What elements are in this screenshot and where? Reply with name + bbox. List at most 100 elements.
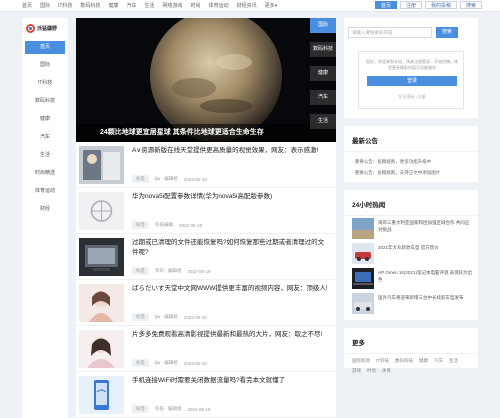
article-meta: 标签 科技编辑 2022-05-19 [132,221,202,229]
featured-banner[interactable]: 24颗比地球更宜居星球 其条件比地球更适合生命生存 国际 数码科技 健康 汽车 … [76,18,336,142]
top-nav-item[interactable]: 财经资讯 [237,2,257,9]
article-tag[interactable]: 标签 [132,313,149,321]
article-tag[interactable]: 标签 [132,267,149,275]
article-tag[interactable]: 标签 [132,221,149,229]
top-nav-item[interactable]: 时尚 [191,2,201,9]
more-link[interactable]: 游戏 [352,368,361,374]
hot-news-thumbnail[interactable] [352,243,374,264]
banner-tab[interactable]: 数码科技 [310,42,336,57]
hot-news-text[interactable]: 2021年大众新款车型 官方售价 [378,245,473,252]
article-author: 资讯 · 编辑组 [155,268,182,273]
article-item[interactable]: 华为nova5i配置参数详情(华为nova5i高配版参数) 标签 科技编辑 20… [76,188,336,234]
top-nav-item[interactable]: 生活 [145,2,155,9]
category-item-home[interactable]: 首页 [25,41,65,54]
top-nav-item[interactable]: 汽车 [127,2,137,9]
search-submit-button[interactable]: 搜索 [436,27,458,38]
article-item[interactable]: A∨资源新版在线天堂提供更高质量的视觉效果，网友：表示感激! 标签 ljw · … [76,142,336,188]
search-input[interactable]: 请输入要搜索的内容 [348,27,432,38]
article-thumbnail[interactable] [79,376,124,414]
article-thumbnail[interactable] [79,238,124,276]
top-buttons: 首页 注册 我的投稿 搜索 [374,1,482,9]
site-logo[interactable]: 泺猛疆野 [22,18,68,41]
hot-news-item[interactable]: HP Omen 16(2021)笔记本电脑评测 表现较为出色 [344,266,478,291]
main-column: 24颗比地球更宜居星球 其条件比地球更适合生命生存 国际 数码科技 健康 汽车 … [76,18,336,418]
hot-news-text[interactable]: HP Omen 16(2021)笔记本电脑评测 表现较为出色 [378,270,473,283]
category-item[interactable]: 汽车 [25,131,65,144]
more-link[interactable]: 体育 [382,368,391,374]
more-link[interactable]: 数码科技 [395,358,413,364]
article-title[interactable]: 华为nova5i配置参数详情(华为nova5i高配版参数) [132,192,328,202]
category-item[interactable]: 国际 [25,59,65,72]
article-date: 2022-05-18 [183,314,207,320]
more-links: 国际新闻 IT科技 数码科技 健康 汽车 生活 游戏 时尚 体育 [344,354,478,378]
banner-tab[interactable]: 国际 [310,18,336,33]
article-date: 2022-05-18 [187,406,211,412]
top-nav-item[interactable]: 健康 [109,2,119,9]
article-tag[interactable]: 标签 [132,359,149,367]
hot-news-text[interactable]: 海岸三重大利亚国家和团加强区域合作 共同应对挑战 [378,220,473,233]
register-button[interactable]: 注册 [399,1,422,9]
top-nav-more[interactable]: 更多▾ [265,2,278,9]
home-button[interactable]: 首页 [374,1,397,9]
login-button[interactable]: 登录 [367,76,457,86]
article-title[interactable]: 手机连接WiFi时需要关闭数据流量吗?看完本文就懂了 [132,376,328,386]
my-posts-button[interactable]: 我的投稿 [424,1,457,9]
login-links[interactable]: 忘记密码 | 注册 [359,94,465,100]
category-item[interactable]: 生活 [25,149,65,162]
top-bar: 首页 国际 IT科技 数码科技 健康 汽车 生活 网络游戏 时尚 体育运动 财经… [0,0,500,12]
article-tag[interactable]: 标签 [132,405,149,413]
category-item[interactable]: 财经 [25,203,65,216]
top-nav-item[interactable]: 网络游戏 [163,2,183,9]
hot-news-thumbnail[interactable] [352,218,374,239]
hot-news-item[interactable]: 海岸三重大利亚国家和团加强区域合作 共同应对挑战 [344,216,478,241]
category-item[interactable]: 数码科技 [25,95,65,108]
category-sidebar: 泺猛疆野 首页 国际 IT科技 数码科技 健康 汽车 生活 时尚精选 体育运动 … [22,18,68,418]
article-item[interactable]: 手机连接WiFi时需要关闭数据流量吗?看完本文就懂了 标签 科技 · 编辑组 2… [76,372,336,418]
banner-tab[interactable]: 生活 [310,114,336,129]
article-thumbnail[interactable] [79,284,124,322]
more-link[interactable]: 时尚 [367,368,376,374]
category-item[interactable]: 时尚精选 [25,167,65,180]
more-link[interactable]: 健康 [419,358,428,364]
hot-news-title: 24小时热闻 [344,190,478,216]
article-thumbnail[interactable] [79,146,124,184]
article-item[interactable]: 片多多免费观看高清影视提供最新和最热的大片，网友：取之不尽! 标签 ljw · … [76,326,336,372]
article-item[interactable]: 过期或已清理的文件还能恢复吗?如何恢复那些过期或者清理过的文件呢? 标签 资讯 … [76,234,336,280]
article-author: ljw · 编辑组 [155,314,178,319]
top-nav-item[interactable]: 首页 [22,2,32,9]
search-button[interactable]: 搜索 [459,1,482,9]
category-item[interactable]: 体育运动 [25,185,65,198]
hot-news-thumbnail[interactable] [352,268,374,289]
article-title[interactable]: ばらだいす天堂中文网WWW提供更丰富的视频内容，网友：顶级人! [132,284,328,294]
hot-news-item[interactable]: 2021年大众新款车型 官方售价 [344,241,478,266]
banner-tab[interactable]: 汽车 [310,90,336,105]
article-item[interactable]: ばらだいす天堂中文网WWW提供更丰富的视频内容，网友：顶级人! 标签 ljw ·… [76,280,336,326]
article-title[interactable]: 过期或已清理的文件还能恢复吗?如何恢复那些过期或者清理过的文件呢? [132,238,328,258]
article-meta: 标签 ljw · 编辑组 2022-05-18 [132,359,207,367]
more-link[interactable]: 国际新闻 [352,358,370,364]
more-link[interactable]: IT科技 [376,358,389,364]
top-nav-item[interactable]: 国际 [40,2,50,9]
article-tag[interactable]: 标签 [132,175,149,183]
notice-item[interactable]: · 重要公告：投稿规则，更多功能升级中 [352,156,470,167]
article-author: 科技编辑 [155,222,173,227]
article-thumbnail[interactable] [79,330,124,368]
article-thumbnail[interactable] [79,192,124,230]
top-nav-item[interactable]: 数码科技 [80,2,100,9]
banner-tab[interactable]: 健康 [310,66,336,81]
hot-news-thumbnail[interactable] [352,293,374,314]
top-nav: 首页 国际 IT科技 数码科技 健康 汽车 生活 网络游戏 时尚 体育运动 财经… [22,2,277,9]
category-item[interactable]: 健康 [25,113,65,126]
top-nav-item[interactable]: IT科技 [58,2,72,9]
more-link[interactable]: 生活 [449,358,458,364]
article-title[interactable]: 片多多免费观看高清影视提供最新和最热的大片，网友：取之不尽! [132,330,328,340]
top-nav-item[interactable]: 体育运动 [209,2,229,9]
banner-caption[interactable]: 24颗比地球更宜居星球 其条件比地球更适合生命生存 [76,124,336,142]
category-item[interactable]: IT科技 [25,77,65,90]
hot-news-item[interactable]: 国外汽车将迎来新增三台中长续航车型发布 [344,291,478,316]
hot-news-text[interactable]: 国外汽车将迎来新增三台中长续航车型发布 [378,295,473,302]
notice-item[interactable]: · 重要公告：投稿规则，支持正文中添加图片 [352,167,470,178]
article-title[interactable]: A∨资源新版在线天堂提供更高质量的视觉效果，网友：表示感激! [132,146,328,156]
banner-tabs: 国际 数码科技 健康 汽车 生活 [310,18,336,142]
more-link[interactable]: 汽车 [434,358,443,364]
